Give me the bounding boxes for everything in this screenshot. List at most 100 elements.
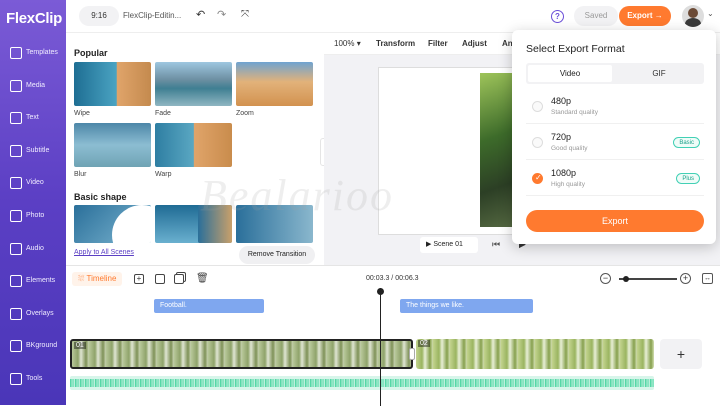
- sidebar-item-tools[interactable]: Tools: [0, 366, 66, 394]
- shape-thumb[interactable]: [236, 205, 313, 243]
- arrow-right-icon: →: [654, 11, 663, 20]
- video-clip-2[interactable]: 02: [416, 339, 654, 369]
- add-scene-icon[interactable]: +: [134, 274, 144, 284]
- remove-transition-button[interactable]: Remove Transition: [239, 246, 315, 264]
- transition-handle[interactable]: [409, 348, 415, 360]
- scene-number: 01: [455, 241, 463, 248]
- sidebar-item-photo[interactable]: Photo: [0, 203, 66, 231]
- scene-select[interactable]: ▶ Scene 01: [420, 237, 478, 253]
- plan-badge: Plus: [676, 173, 700, 184]
- sidebar-item-label: Elements: [26, 277, 56, 285]
- transition-wipe[interactable]: [74, 62, 151, 106]
- sidebar-item-audio[interactable]: Audio: [0, 236, 66, 264]
- video-clip-1[interactable]: 01: [70, 339, 413, 369]
- subtitle-icon: [10, 144, 22, 157]
- sidebar-item-label: BKground: [26, 342, 58, 350]
- resolution-label: 720p: [551, 132, 572, 142]
- quality-label: High quality: [551, 181, 585, 188]
- avatar[interactable]: [682, 5, 704, 27]
- sidebar-item-label: Subtitle: [26, 146, 50, 154]
- help-icon[interactable]: ?: [551, 10, 564, 23]
- zoom-select[interactable]: 100% ▾: [334, 39, 361, 48]
- fit-icon[interactable]: ↔: [702, 273, 713, 284]
- zoom-slider[interactable]: [619, 276, 677, 282]
- sidebar-item-label: Overlays: [26, 309, 54, 317]
- sidebar-item-label: Media: [26, 81, 46, 89]
- background-icon: [10, 340, 22, 353]
- scene-marker: 02: [418, 340, 430, 347]
- top-bar: 9:16 FlexClip-Editin... ↶ ↷ ⤧ ? Saved Ex…: [66, 0, 720, 33]
- delete-icon[interactable]: 🗑: [196, 273, 209, 284]
- chevron-down-icon[interactable]: ⌄: [707, 9, 714, 18]
- fullscreen-icon[interactable]: ⤧: [241, 9, 249, 20]
- radio-button[interactable]: [532, 101, 543, 112]
- resolution-label: 1080p: [551, 168, 577, 178]
- sidebar-item-subtitle[interactable]: Subtitle: [0, 138, 66, 166]
- transition-fade[interactable]: [155, 62, 232, 106]
- timeline-icon: ⛆: [78, 274, 85, 283]
- zoom-out-icon[interactable]: −: [600, 273, 611, 284]
- sidebar-item-elements[interactable]: Elements: [0, 268, 66, 296]
- undo-icon[interactable]: ↶: [196, 8, 205, 21]
- zoom-slider-knob[interactable]: [623, 276, 629, 282]
- duplicate-icon[interactable]: [174, 274, 184, 284]
- sidebar-item-label: Text: [26, 114, 39, 122]
- quality-label: Standard quality: [551, 109, 598, 116]
- popular-title: Popular: [74, 48, 108, 58]
- media-icon: [10, 79, 22, 92]
- timeline-label-text: Timeline: [86, 274, 117, 283]
- toolbar-item[interactable]: Adjust: [462, 39, 487, 48]
- sidebar-item-video[interactable]: Video: [0, 170, 66, 198]
- time-display: 00:03.3 / 00:06.3: [366, 275, 419, 282]
- templates-icon: [10, 47, 22, 59]
- quality-label: Good quality: [551, 145, 588, 152]
- transition-zoom[interactable]: [236, 62, 313, 106]
- export-option-720p[interactable]: 720p Good quality Basic: [526, 126, 704, 160]
- radio-button[interactable]: [532, 137, 543, 148]
- export-confirm-button[interactable]: Export: [526, 210, 704, 232]
- timeline-label[interactable]: ⛆ Timeline: [72, 272, 123, 286]
- text-clip[interactable]: Football.: [154, 299, 264, 313]
- zoom-value: 100%: [334, 39, 355, 48]
- toolbar-item[interactable]: Transform: [376, 39, 415, 48]
- text-clip[interactable]: The things we like.: [400, 299, 533, 313]
- toolbar-item[interactable]: Filter: [428, 39, 448, 48]
- sidebar-item-label: Video: [26, 179, 44, 187]
- add-clip-button[interactable]: +: [660, 339, 702, 369]
- sidebar-item-label: Tools: [26, 375, 43, 382]
- flexclip-logo[interactable]: FlexClip: [6, 10, 62, 27]
- export-option-1080p[interactable]: ✓ 1080p High quality Plus: [526, 162, 704, 196]
- shape-thumb[interactable]: [74, 205, 151, 243]
- skip-back-icon[interactable]: ⏮: [492, 239, 500, 250]
- overlays-icon: [10, 307, 22, 320]
- tab-video[interactable]: Video: [528, 65, 612, 82]
- sidebar-item-overlays[interactable]: Overlays: [0, 301, 66, 329]
- export-button[interactable]: Export →: [619, 6, 671, 26]
- shape-thumb[interactable]: [198, 205, 232, 243]
- project-title[interactable]: FlexClip-Editin...: [123, 11, 193, 20]
- apply-all-link[interactable]: Apply to All Scenes: [74, 249, 134, 256]
- redo-icon[interactable]: ↷: [217, 8, 226, 21]
- sidebar-item-media[interactable]: Media: [0, 73, 66, 101]
- transition-blur[interactable]: [74, 123, 151, 167]
- tab-gif[interactable]: GIF: [616, 65, 702, 82]
- saved-button[interactable]: Saved: [574, 6, 618, 26]
- photo-icon: [10, 210, 22, 222]
- transition-warp[interactable]: [155, 123, 232, 167]
- playhead[interactable]: [377, 288, 384, 406]
- split-icon[interactable]: [155, 274, 165, 284]
- sidebar: FlexClip Templates Media Text Subtitle Video…: [0, 0, 66, 405]
- sidebar-item-bkground[interactable]: BKground: [0, 333, 66, 361]
- export-label: Export: [627, 11, 653, 20]
- aspect-ratio-button[interactable]: 9:16: [79, 6, 119, 26]
- sidebar-item-text[interactable]: Text: [0, 105, 66, 133]
- sidebar-item-templates[interactable]: Templates: [0, 40, 66, 68]
- audio-icon: [10, 242, 22, 255]
- audio-track[interactable]: [70, 376, 654, 390]
- radio-button[interactable]: ✓: [532, 173, 543, 184]
- sidebar-item-label: Templates: [26, 49, 58, 56]
- timeline: ⛆ Timeline + 🗑 00:03.3 / 00:06.3 − + ↔ F…: [66, 265, 720, 406]
- zoom-in-icon[interactable]: +: [680, 273, 691, 284]
- text-icon: [10, 112, 22, 125]
- export-option-480p[interactable]: 480p Standard quality: [526, 90, 704, 124]
